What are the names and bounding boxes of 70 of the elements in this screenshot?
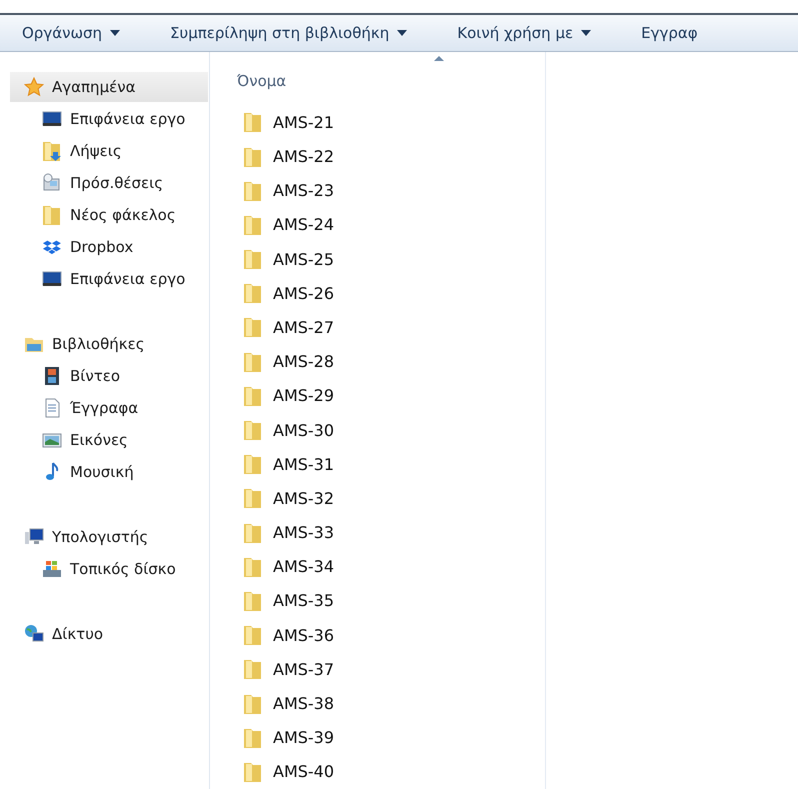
folder-item[interactable]: AMS-26 [210, 276, 545, 310]
folder-icon [243, 146, 263, 168]
navigation-item[interactable]: Πρόσ.θέσεις [10, 168, 208, 198]
star-icon [24, 77, 44, 98]
folder-item[interactable]: AMS-30 [210, 412, 545, 448]
folder-icon [243, 384, 263, 407]
navigation-item[interactable]: Υπολογιστής [10, 522, 208, 552]
recent-places-icon [42, 173, 62, 194]
folder-item[interactable]: AMS-37 [210, 652, 545, 686]
navigation-item[interactable]: Βίντεο [10, 361, 208, 392]
folder-item[interactable]: AMS-35 [210, 584, 545, 618]
toolbar-menu-button[interactable]: Εγγραφ [631, 20, 708, 46]
navigation-item[interactable]: Τοπικός δίσκο [10, 554, 208, 584]
folder-item[interactable]: AMS-28 [210, 344, 545, 379]
folder-icon [243, 487, 263, 510]
folder-icon [243, 316, 263, 338]
folder-icon [243, 658, 263, 680]
folder-icon [243, 453, 263, 476]
column-header[interactable]: Όνομα [210, 52, 545, 90]
navigation-item[interactable]: Εικόνες [10, 425, 208, 456]
folder-icon [243, 180, 263, 202]
navigation-item[interactable]: Μουσική [10, 457, 208, 488]
navigation-item[interactable]: Λήψεις [10, 136, 208, 166]
folder-icon [243, 111, 263, 134]
toolbar-menu-button[interactable]: Συμπερίληψη στη βιβλιοθήκη [160, 20, 418, 46]
folder-item[interactable]: AMS-39 [210, 720, 545, 755]
folder-item[interactable]: AMS-34 [210, 550, 545, 584]
folder-item[interactable]: AMS-23 [210, 174, 545, 208]
folder-icon [243, 248, 263, 270]
navigation-item[interactable]: Αγαπημένα [10, 72, 208, 102]
folder-icon [42, 204, 62, 226]
folder-icon [243, 760, 263, 783]
film-icon [42, 366, 62, 386]
folder-icon [243, 282, 263, 304]
folder-item[interactable]: AMS-31 [210, 447, 545, 482]
navigation-item[interactable]: Δίκτυο [10, 619, 208, 650]
folder-item[interactable]: AMS-27 [210, 310, 545, 345]
navigation-item[interactable]: Έγγραφα [10, 393, 208, 424]
network-icon [24, 624, 44, 644]
folder-item[interactable]: AMS-22 [210, 139, 545, 174]
caret-icon [110, 30, 120, 36]
navigation-item[interactable]: Dropbox [10, 232, 208, 262]
folder-item[interactable]: AMS-38 [210, 686, 545, 721]
folder-icon [243, 556, 263, 578]
folder-item[interactable]: AMS-33 [210, 516, 545, 550]
folder-icon [243, 214, 263, 236]
navigation-item[interactable]: Βιβλιοθήκες [10, 329, 208, 360]
toolbar-menu-button[interactable]: Οργάνωση [12, 20, 130, 46]
folder-item[interactable]: AMS-24 [210, 208, 545, 242]
folder-item[interactable]: AMS-36 [210, 618, 545, 652]
folder-icon [243, 692, 263, 715]
caret-icon [581, 30, 592, 36]
navigation-item[interactable]: Νέος φάκελος [10, 200, 208, 230]
folder-icon [243, 590, 263, 612]
hard-drive-icon [42, 559, 62, 580]
folder-item[interactable]: AMS-25 [210, 242, 545, 276]
folder-icon [243, 624, 263, 646]
toolbar-menu-button[interactable]: Κοινή χρήση με [447, 20, 602, 46]
navigation-item[interactable]: Επιφάνεια εργο [10, 264, 208, 294]
folder-item[interactable]: AMS-40 [210, 754, 545, 789]
caret-icon [397, 30, 408, 36]
folder-icon [243, 726, 263, 749]
download-folder-icon [42, 140, 62, 162]
folder-icon [243, 522, 263, 544]
folder-icon [243, 350, 263, 373]
navigation-item[interactable]: Επιφάνεια εργο [10, 104, 208, 134]
folder-item[interactable]: AMS-21 [210, 105, 545, 140]
folder-item[interactable]: AMS-32 [210, 481, 545, 516]
folder-item[interactable]: AMS-29 [210, 378, 545, 413]
folder-icon [243, 419, 263, 442]
